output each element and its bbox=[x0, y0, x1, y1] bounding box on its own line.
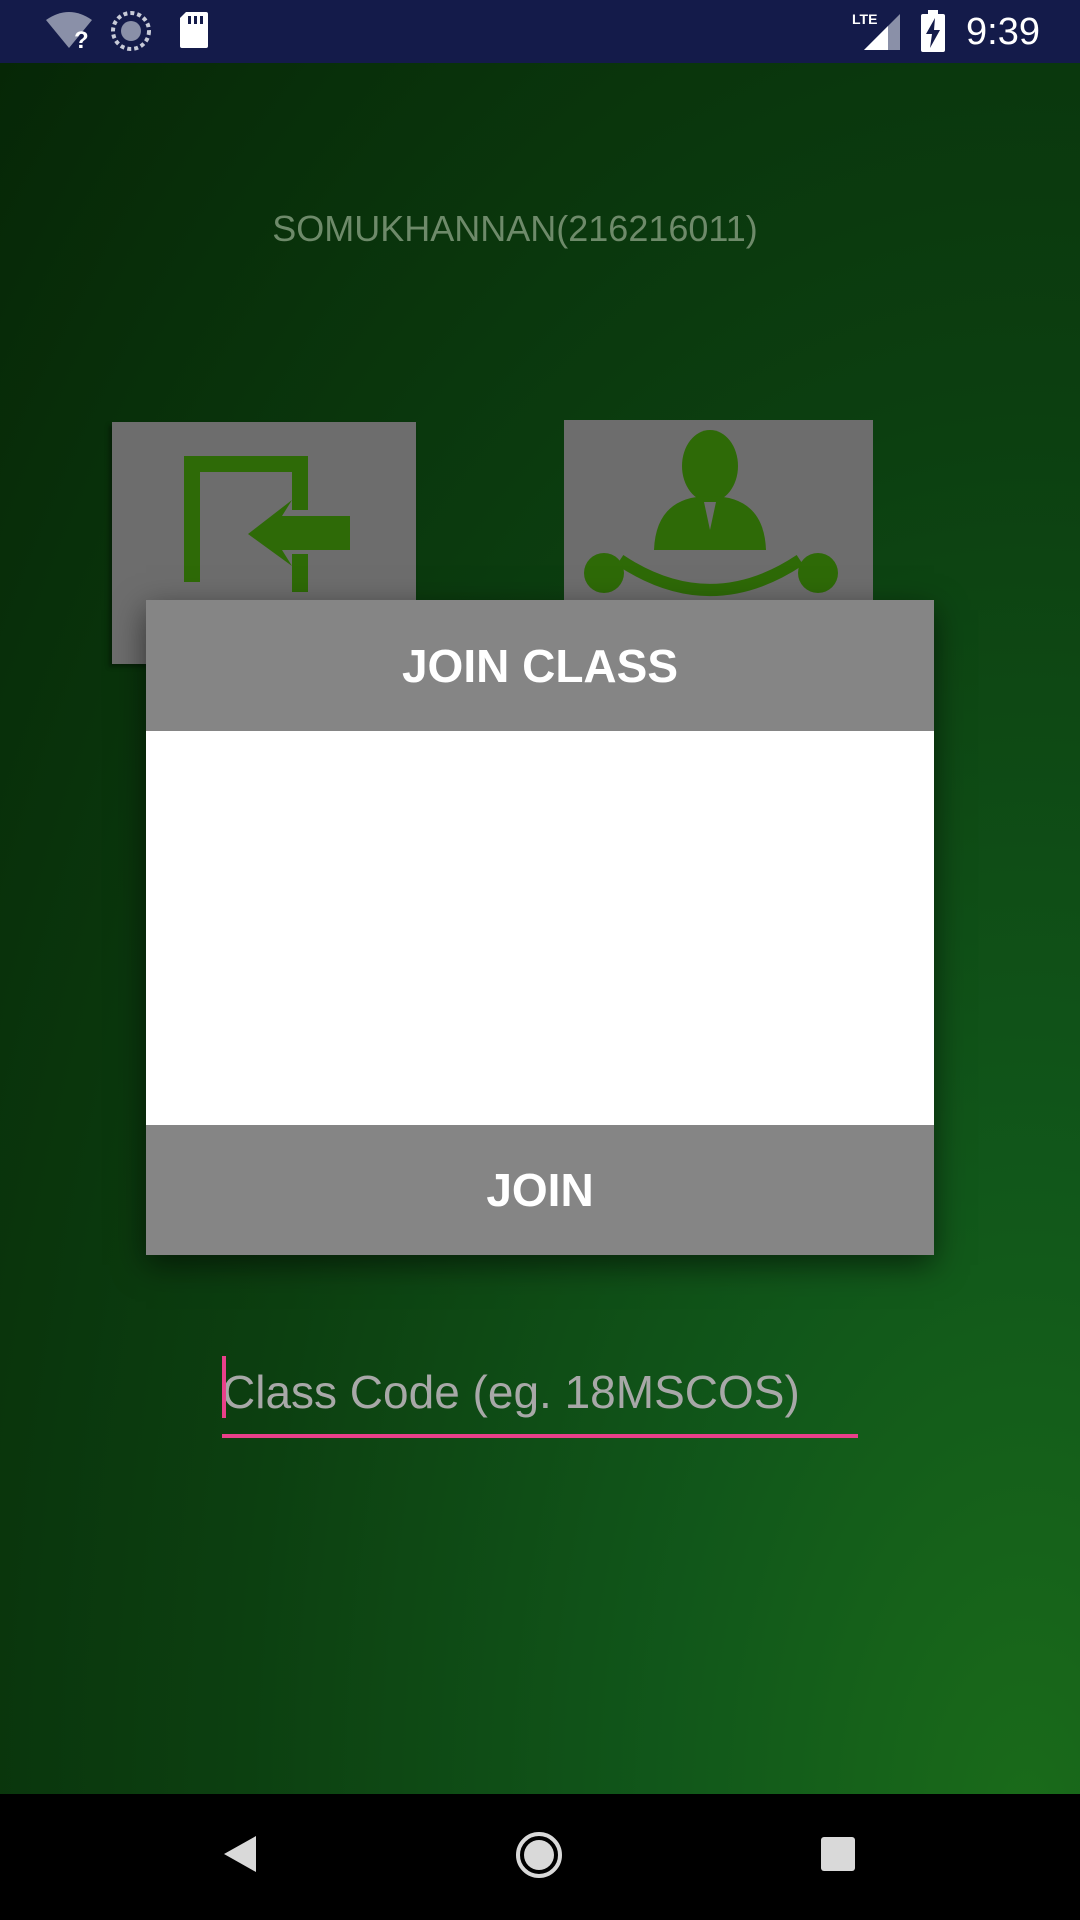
join-button[interactable]: JOIN bbox=[146, 1125, 934, 1255]
home-icon[interactable] bbox=[514, 1830, 564, 1885]
svg-text:LTE: LTE bbox=[852, 11, 877, 27]
sd-card-icon bbox=[178, 10, 210, 55]
join-class-dialog: JOIN CLASS JOIN bbox=[146, 600, 934, 1438]
screen: ? LTE 9:39 SOMUKHANNAN(216216011) JOIN C… bbox=[0, 0, 1080, 1920]
dialog-body bbox=[146, 731, 934, 1125]
status-bar: ? LTE 9:39 bbox=[0, 0, 1080, 63]
navigation-bar bbox=[0, 1794, 1080, 1920]
svg-text:?: ? bbox=[74, 27, 89, 50]
sync-icon bbox=[110, 10, 152, 57]
lte-signal-icon: LTE bbox=[850, 10, 902, 57]
class-person-icon bbox=[584, 430, 838, 596]
text-cursor bbox=[222, 1356, 226, 1418]
status-time: 9:39 bbox=[966, 11, 1040, 53]
input-underline bbox=[222, 1434, 858, 1438]
class-code-input[interactable] bbox=[222, 1362, 858, 1422]
wifi-unknown-icon: ? bbox=[44, 10, 94, 55]
back-icon[interactable] bbox=[222, 1834, 258, 1879]
battery-charging-icon bbox=[920, 10, 946, 57]
class-tile[interactable] bbox=[564, 420, 873, 600]
user-name: SOMUKHANNAN(216216011) bbox=[272, 208, 758, 249]
recents-icon[interactable] bbox=[820, 1836, 856, 1877]
dialog-title: JOIN CLASS bbox=[146, 600, 934, 731]
class-code-field[interactable] bbox=[222, 1362, 858, 1422]
